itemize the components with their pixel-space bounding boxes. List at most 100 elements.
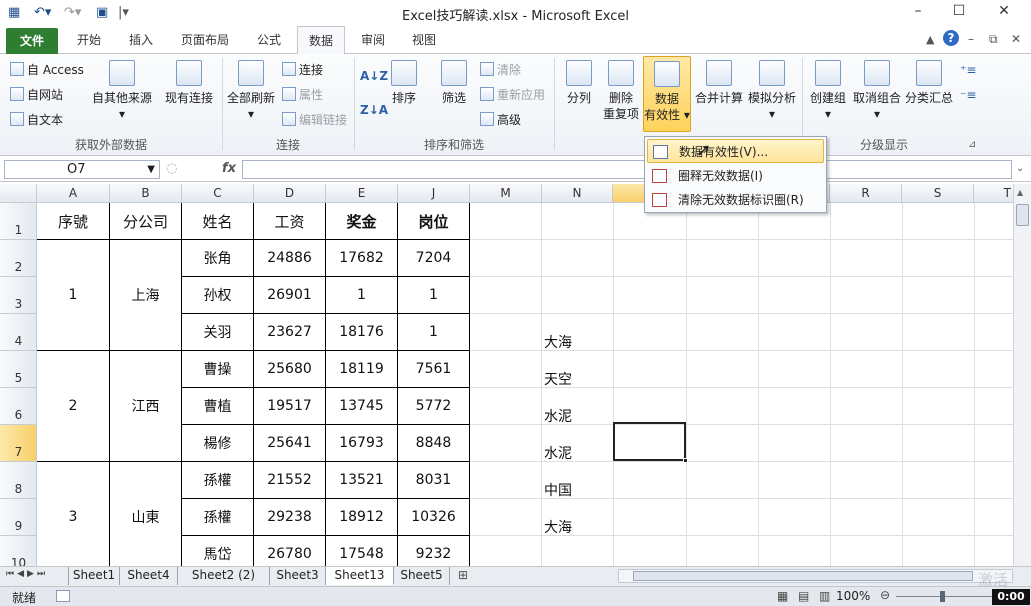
fill-handle[interactable] — [683, 458, 688, 463]
name-cell[interactable]: 张角 — [182, 240, 253, 276]
group-number-cell[interactable]: 1 — [37, 240, 109, 350]
n-column-cell[interactable]: 天空 — [544, 369, 572, 389]
sheet-tab[interactable]: Sheet3 — [270, 567, 326, 585]
show-detail-icon[interactable]: ⁺≡ — [960, 62, 976, 78]
page-layout-view-icon[interactable]: ▤ — [798, 589, 809, 603]
row-header[interactable]: 9 — [0, 499, 37, 536]
bonus-cell[interactable]: 16793 — [326, 425, 397, 461]
row-header[interactable]: 4 — [0, 314, 37, 351]
zoom-level[interactable]: 100% — [836, 589, 870, 603]
vertical-scrollbar[interactable]: ▲ — [1013, 184, 1031, 566]
tab-formulas[interactable]: 公式 — [244, 26, 294, 54]
zoom-out-icon[interactable]: ⊖ — [880, 588, 890, 602]
menu-item-data-validation[interactable]: 数据有效性(V)... — [647, 139, 824, 163]
name-cell[interactable]: 曹操 — [182, 351, 253, 387]
position-cell[interactable]: 8031 — [398, 462, 469, 498]
row-header[interactable]: 7 — [0, 425, 37, 462]
existing-connections-button[interactable]: 现有连接 — [162, 60, 216, 106]
tab-home[interactable]: 开始 — [66, 26, 112, 54]
column-header[interactable]: R — [830, 184, 902, 203]
reapply-button[interactable]: 重新应用 — [480, 87, 545, 103]
tab-view[interactable]: 视图 — [400, 26, 448, 54]
column-header[interactable]: E — [326, 184, 398, 203]
edit-links-button[interactable]: 编辑链接 — [282, 112, 347, 128]
sheet-tab[interactable]: Sheet4 — [120, 567, 178, 585]
zoom-slider-thumb[interactable] — [940, 591, 945, 602]
salary-cell[interactable]: 19517 — [254, 388, 325, 424]
salary-cell[interactable]: 21552 — [254, 462, 325, 498]
sort-button[interactable]: 排序 — [386, 60, 422, 106]
insert-sheet-icon[interactable]: ⊞ — [458, 568, 468, 582]
name-box[interactable]: O7 ▼ — [4, 160, 160, 179]
name-cell[interactable]: 孙权 — [182, 277, 253, 313]
subtotal-button[interactable]: 分类汇总 — [904, 60, 954, 106]
header-cell[interactable]: 序號 — [37, 203, 109, 239]
from-text-button[interactable]: 自文本 — [10, 112, 63, 128]
advanced-filter-button[interactable]: 高级 — [480, 112, 521, 128]
scroll-up-icon[interactable]: ▲ — [1017, 188, 1023, 197]
name-cell[interactable]: 孫權 — [182, 462, 253, 498]
column-header[interactable]: A — [37, 184, 110, 203]
tab-data[interactable]: 数据 — [297, 26, 345, 55]
consolidate-button[interactable]: 合并计算 — [694, 60, 744, 106]
sheet-nav-arrows-icon[interactable]: ⏮◀▶⏭ — [6, 569, 48, 579]
sheet-tab[interactable]: Sheet2 (2) — [178, 567, 270, 585]
column-header[interactable]: B — [110, 184, 182, 203]
what-if-analysis-button[interactable]: 模拟分析 ▾ — [746, 60, 798, 122]
n-column-cell[interactable]: 中国 — [544, 480, 572, 500]
bonus-cell[interactable]: 17682 — [326, 240, 397, 276]
position-cell[interactable]: 1 — [398, 277, 469, 313]
row-header[interactable]: 2 — [0, 240, 37, 277]
group-number-cell[interactable]: 2 — [37, 351, 109, 461]
bonus-cell[interactable]: 1 — [326, 277, 397, 313]
macro-record-icon[interactable] — [56, 590, 70, 602]
group-button[interactable]: 创建组 ▾ — [806, 60, 850, 122]
position-cell[interactable]: 7561 — [398, 351, 469, 387]
row-header[interactable]: 8 — [0, 462, 37, 499]
name-cell[interactable]: 曹植 — [182, 388, 253, 424]
data-validation-button[interactable]: 数据 有效性 ▾ — [643, 56, 691, 132]
tab-insert[interactable]: 插入 — [116, 26, 166, 54]
column-header[interactable]: S — [902, 184, 974, 203]
branch-cell[interactable]: 上海 — [110, 240, 181, 350]
sort-descending-button[interactable]: Z↓A — [360, 102, 388, 118]
bonus-cell[interactable]: 18119 — [326, 351, 397, 387]
sheet-tab[interactable]: Sheet5 — [394, 567, 450, 585]
collapse-ribbon-icon[interactable]: ▲ — [926, 33, 934, 46]
page-break-view-icon[interactable]: ▥ — [819, 589, 830, 603]
position-cell[interactable]: 5772 — [398, 388, 469, 424]
horizontal-scroll-thumb[interactable] — [633, 571, 973, 581]
n-column-cell[interactable]: 水泥 — [544, 406, 572, 426]
ungroup-button[interactable]: 取消组合 ▾ — [852, 60, 902, 122]
position-cell[interactable]: 1 — [398, 314, 469, 350]
header-cell[interactable]: 岗位 — [398, 203, 469, 239]
bonus-cell[interactable]: 17548 — [326, 536, 397, 566]
workbook-minimize-icon[interactable]: – — [968, 32, 974, 46]
text-to-columns-button[interactable]: 分列 — [560, 60, 598, 106]
bonus-cell[interactable]: 18912 — [326, 499, 397, 535]
branch-cell[interactable]: 山東 — [110, 462, 181, 566]
active-cell-o7[interactable] — [613, 422, 686, 461]
name-cell[interactable]: 馬岱 — [182, 536, 253, 566]
tab-file[interactable]: 文件 — [6, 28, 58, 54]
salary-cell[interactable]: 26780 — [254, 536, 325, 566]
sort-ascending-button[interactable]: A↓Z — [360, 68, 388, 84]
insert-function-icon[interactable]: fx — [222, 161, 236, 176]
column-header[interactable]: T — [974, 184, 1013, 203]
n-column-cell[interactable]: 大海 — [544, 517, 572, 537]
maximize-button[interactable]: ☐ — [944, 3, 974, 23]
workbook-restore-icon[interactable]: ⧉ — [989, 32, 998, 47]
position-cell[interactable]: 9232 — [398, 536, 469, 566]
salary-cell[interactable]: 24886 — [254, 240, 325, 276]
header-cell[interactable]: 姓名 — [182, 203, 253, 239]
column-header[interactable]: J — [398, 184, 470, 203]
select-all-corner[interactable] — [0, 184, 37, 203]
sheet-tab[interactable]: Sheet1 — [68, 567, 120, 585]
header-cell[interactable]: 分公司 — [110, 203, 181, 239]
name-cell[interactable]: 楊修 — [182, 425, 253, 461]
sheet-tab-active[interactable]: Sheet13 — [326, 567, 394, 585]
close-button[interactable]: ✕ — [989, 3, 1019, 23]
salary-cell[interactable]: 29238 — [254, 499, 325, 535]
row-header[interactable]: 10 — [0, 536, 37, 566]
column-header[interactable]: N — [542, 184, 613, 203]
